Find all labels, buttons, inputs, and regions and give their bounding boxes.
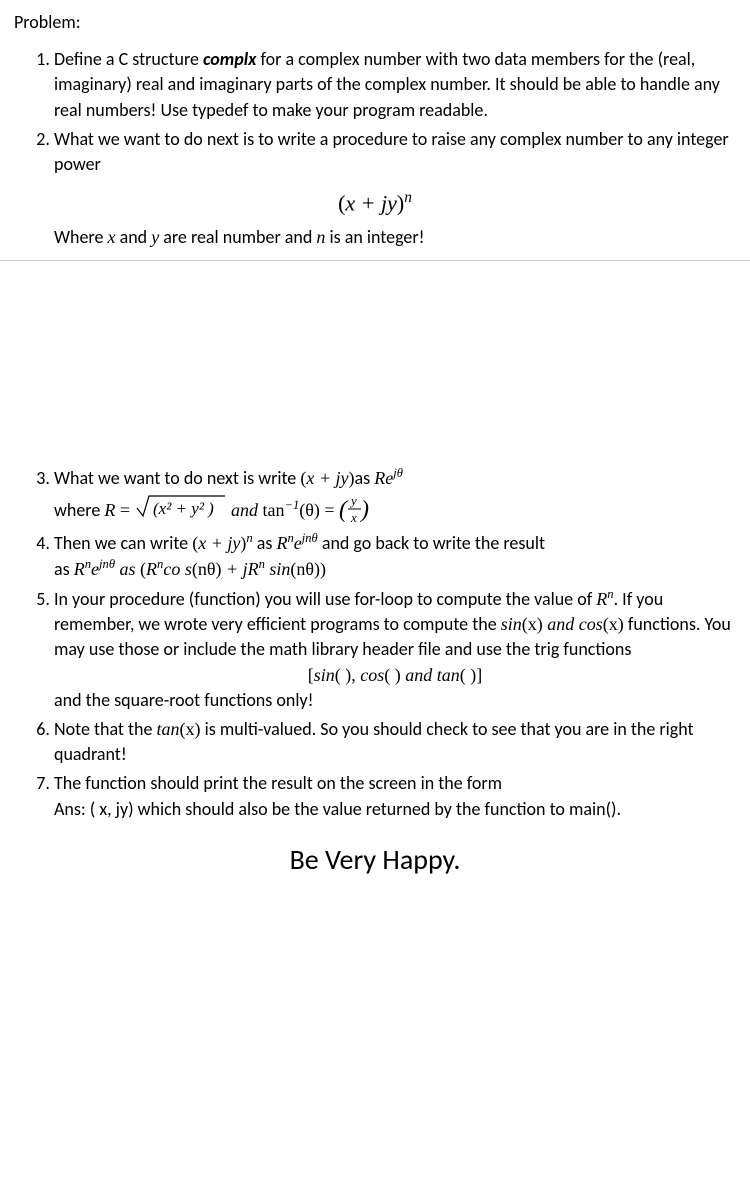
svg-text:(: ( [339, 497, 349, 523]
item-4: Then we can write (x + jy)n as Rnejnθ an… [54, 530, 736, 582]
trig-bracket: [sin( ), cos( ) and tan( )] [54, 663, 736, 688]
main-formula: (x + jy)n [14, 187, 736, 219]
frac-y-over-x: ( y x ) [339, 492, 371, 526]
item-3: What we want to do next is write (x + jy… [54, 465, 736, 525]
item-2: What we want to do next is to write a pr… [54, 127, 736, 177]
item-6: Note that the tan(x) is multi-valued. So… [54, 717, 736, 767]
item1-emph: complx [203, 48, 256, 70]
item-7: The function should print the result on … [54, 771, 736, 821]
svg-text:x: x [350, 510, 357, 525]
item1-pre: Define a C structure [54, 48, 203, 70]
item5-post: and the square-root functions only! [54, 688, 736, 713]
item-1: Define a C structure complx for a comple… [54, 47, 736, 123]
item-5: In your procedure (function) you will us… [54, 586, 736, 713]
sqrt-expr: (x² + y² ) [135, 494, 227, 520]
page-gap [0, 260, 750, 451]
item7b: Ans: ( x, jy) which should also be the v… [54, 797, 736, 822]
svg-text:(x² + y² ): (x² + y² ) [153, 499, 214, 518]
svg-text:y: y [349, 493, 357, 508]
formula-caption: Where x and y are real number and n is a… [14, 225, 736, 250]
svg-text:): ) [359, 497, 369, 523]
footer: Be Very Happy. [14, 840, 736, 879]
heading: Problem: [14, 10, 736, 35]
